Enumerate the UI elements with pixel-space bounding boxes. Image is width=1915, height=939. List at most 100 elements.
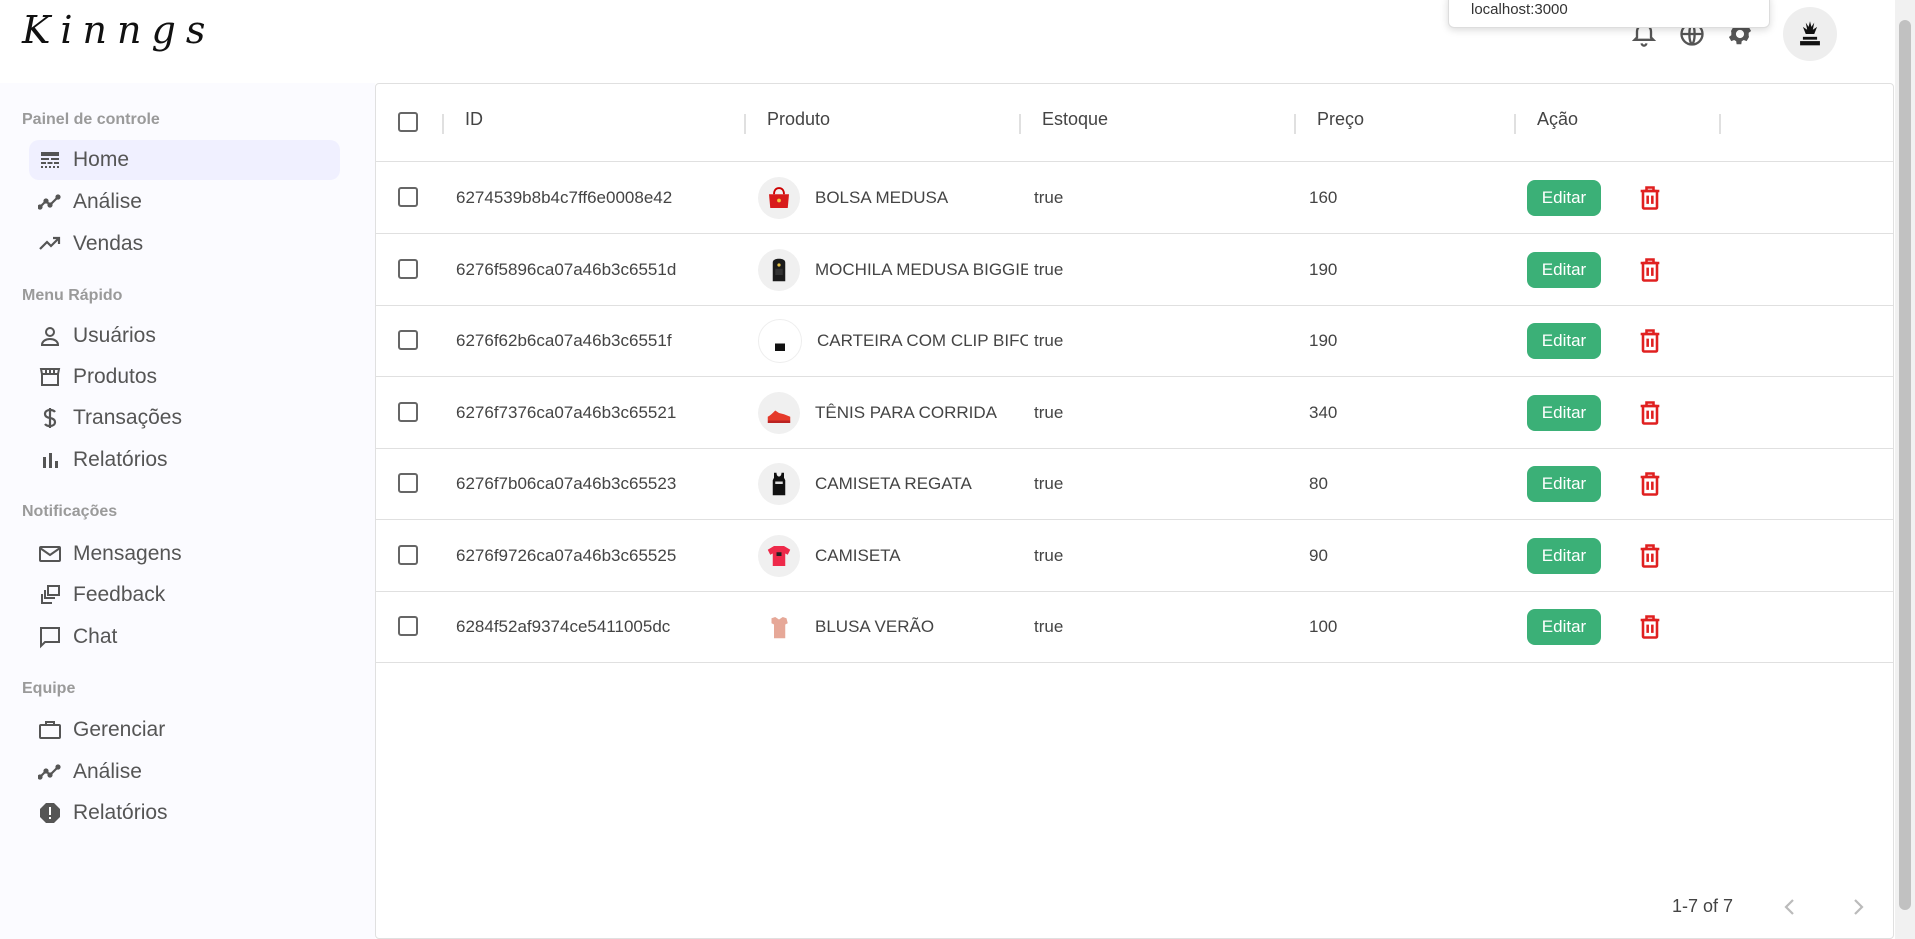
table-footer: 1-7 of 7 bbox=[376, 878, 1893, 938]
page-scrollbar[interactable] bbox=[1895, 0, 1915, 939]
column-separator[interactable] bbox=[1294, 114, 1296, 134]
column-separator[interactable] bbox=[1719, 114, 1721, 134]
sidebar-item-label: Mensagens bbox=[73, 542, 182, 565]
column-separator[interactable] bbox=[744, 114, 746, 134]
chevron-left-icon[interactable] bbox=[1775, 892, 1805, 922]
delete-icon[interactable] bbox=[1634, 468, 1666, 500]
column-header-preco[interactable]: Preço bbox=[1317, 109, 1364, 130]
sidebar-item-vendas[interactable]: Vendas bbox=[29, 224, 340, 264]
column-separator[interactable] bbox=[1514, 114, 1516, 134]
delete-icon[interactable] bbox=[1634, 254, 1666, 286]
sidebar-item-label: Transações bbox=[73, 406, 182, 429]
edit-button[interactable]: Editar bbox=[1527, 252, 1601, 288]
column-header-estoque[interactable]: Estoque bbox=[1042, 109, 1108, 130]
section-title-menu: Menu Rápido bbox=[22, 287, 123, 304]
product-thumbnail bbox=[758, 605, 800, 648]
sidebar-item-usuarios[interactable]: Usuários bbox=[29, 316, 340, 356]
edit-button[interactable]: Editar bbox=[1527, 323, 1601, 359]
sidebar-item-chat[interactable]: Chat bbox=[29, 617, 340, 657]
column-separator[interactable] bbox=[1019, 114, 1021, 134]
table-row[interactable]: 6276f62b6ca07a46b3c6551f CARTEIRA COM CL… bbox=[376, 305, 1893, 377]
sidebar-item-analise-equipe[interactable]: Análise bbox=[29, 752, 340, 792]
sidebar-item-label: Usuários bbox=[73, 324, 156, 347]
sidebar-item-label: Relatórios bbox=[73, 448, 168, 471]
product-name: BLUSA VERÃO bbox=[815, 616, 935, 636]
person-outline-icon bbox=[37, 323, 63, 349]
cell-produto: BLUSA VERÃO bbox=[758, 591, 1028, 662]
sidebar-item-gerenciar[interactable]: Gerenciar bbox=[29, 710, 340, 750]
section-title-equipe: Equipe bbox=[22, 680, 76, 697]
row-checkbox[interactable] bbox=[398, 402, 418, 422]
sidebar-item-relatorios[interactable]: Relatórios bbox=[29, 440, 340, 480]
cell-produto: MOCHILA MEDUSA BIGGIE bbox=[758, 234, 1028, 305]
sidebar-item-produtos[interactable]: Produtos bbox=[29, 357, 340, 397]
column-header-id[interactable]: ID bbox=[465, 109, 483, 130]
product-name: CAMISETA bbox=[815, 545, 901, 565]
timeline-icon bbox=[37, 189, 63, 215]
sidebar-item-label: Vendas bbox=[73, 232, 144, 255]
sidebar: Painel de controle Home Análise Vendas M… bbox=[0, 83, 375, 939]
edit-button[interactable]: Editar bbox=[1527, 180, 1601, 216]
cell-id: 6276f62b6ca07a46b3c6551f bbox=[456, 330, 672, 350]
dollar-icon bbox=[37, 405, 63, 431]
sidebar-item-label: Chat bbox=[73, 625, 118, 648]
table-row[interactable]: 6276f5896ca07a46b3c6551d MOCHILA MEDUSA … bbox=[376, 234, 1893, 306]
chevron-right-icon[interactable] bbox=[1843, 892, 1873, 922]
sidebar-item-transacoes[interactable]: Transações bbox=[29, 398, 340, 438]
cell-id: 6276f7376ca07a46b3c65521 bbox=[456, 402, 677, 422]
row-checkbox[interactable] bbox=[398, 259, 418, 279]
dynamic-feed-icon bbox=[37, 582, 63, 608]
cell-preco: 90 bbox=[1309, 545, 1328, 565]
delete-icon[interactable] bbox=[1634, 611, 1666, 643]
edit-button[interactable]: Editar bbox=[1527, 538, 1601, 574]
row-checkbox[interactable] bbox=[398, 187, 418, 207]
column-separator[interactable] bbox=[442, 114, 444, 134]
table-row[interactable]: 6276f7b06ca07a46b3c65523 CAMISETA REGATA… bbox=[376, 448, 1893, 520]
sidebar-item-home[interactable]: Home bbox=[29, 140, 340, 180]
cell-preco: 340 bbox=[1309, 402, 1338, 422]
scrollbar-thumb[interactable] bbox=[1899, 20, 1911, 910]
row-checkbox[interactable] bbox=[398, 473, 418, 493]
table-row[interactable]: 6276f9726ca07a46b3c65525 CAMISETA true 9… bbox=[376, 520, 1893, 592]
sidebar-item-analise[interactable]: Análise bbox=[29, 182, 340, 222]
cell-preco: 190 bbox=[1309, 330, 1338, 350]
cell-estoque: true bbox=[1034, 259, 1064, 279]
cell-estoque: true bbox=[1034, 402, 1064, 422]
sidebar-item-relatorios-equipe[interactable]: Relatórios bbox=[29, 793, 340, 833]
select-all-checkbox[interactable] bbox=[398, 112, 418, 132]
chat-bubble-outline-icon bbox=[37, 624, 63, 650]
row-checkbox[interactable] bbox=[398, 616, 418, 636]
delete-icon[interactable] bbox=[1634, 182, 1666, 214]
product-name: CAMISETA REGATA bbox=[815, 473, 972, 493]
edit-button[interactable]: Editar bbox=[1527, 395, 1601, 431]
row-checkbox[interactable] bbox=[398, 545, 418, 565]
sidebar-item-label: Home bbox=[73, 148, 130, 171]
product-thumbnail bbox=[758, 462, 800, 505]
cell-preco: 100 bbox=[1309, 616, 1338, 636]
cell-estoque: true bbox=[1034, 187, 1064, 207]
table-row[interactable]: 6274539b8b4c7ff6e0008e42 BOLSA MEDUSA tr… bbox=[376, 162, 1893, 234]
column-header-produto[interactable]: Produto bbox=[767, 109, 830, 130]
logo[interactable]: Kinngs bbox=[22, 8, 215, 52]
cell-id: 6284f52af9374ce5411005dc bbox=[456, 616, 671, 636]
avatar[interactable] bbox=[1783, 7, 1837, 61]
cell-id: 6276f7b06ca07a46b3c65523 bbox=[456, 473, 677, 493]
trending-up-icon bbox=[37, 231, 63, 257]
product-name: MOCHILA MEDUSA BIGGIE bbox=[815, 259, 1028, 279]
cell-produto: TÊNIS PARA CORRIDA bbox=[758, 377, 1028, 448]
pagination-text: 1-7 of 7 bbox=[1671, 896, 1733, 916]
delete-icon[interactable] bbox=[1634, 325, 1666, 357]
sidebar-item-mensagens[interactable]: Mensagens bbox=[29, 534, 340, 574]
section-title-painel: Painel de controle bbox=[22, 111, 160, 128]
sidebar-item-feedback[interactable]: Feedback bbox=[29, 575, 340, 615]
table-row[interactable]: 6276f7376ca07a46b3c65521 TÊNIS PARA CORR… bbox=[376, 377, 1893, 449]
edit-button[interactable]: Editar bbox=[1527, 466, 1601, 502]
delete-icon[interactable] bbox=[1634, 540, 1666, 572]
column-header-acao[interactable]: Ação bbox=[1537, 109, 1578, 130]
row-checkbox[interactable] bbox=[398, 330, 418, 350]
edit-button[interactable]: Editar bbox=[1527, 609, 1601, 645]
cell-estoque: true bbox=[1034, 616, 1064, 636]
cell-produto: CAMISETA bbox=[758, 520, 1028, 591]
table-row[interactable]: 6284f52af9374ce5411005dc BLUSA VERÃO tru… bbox=[376, 591, 1893, 663]
delete-icon[interactable] bbox=[1634, 397, 1666, 429]
